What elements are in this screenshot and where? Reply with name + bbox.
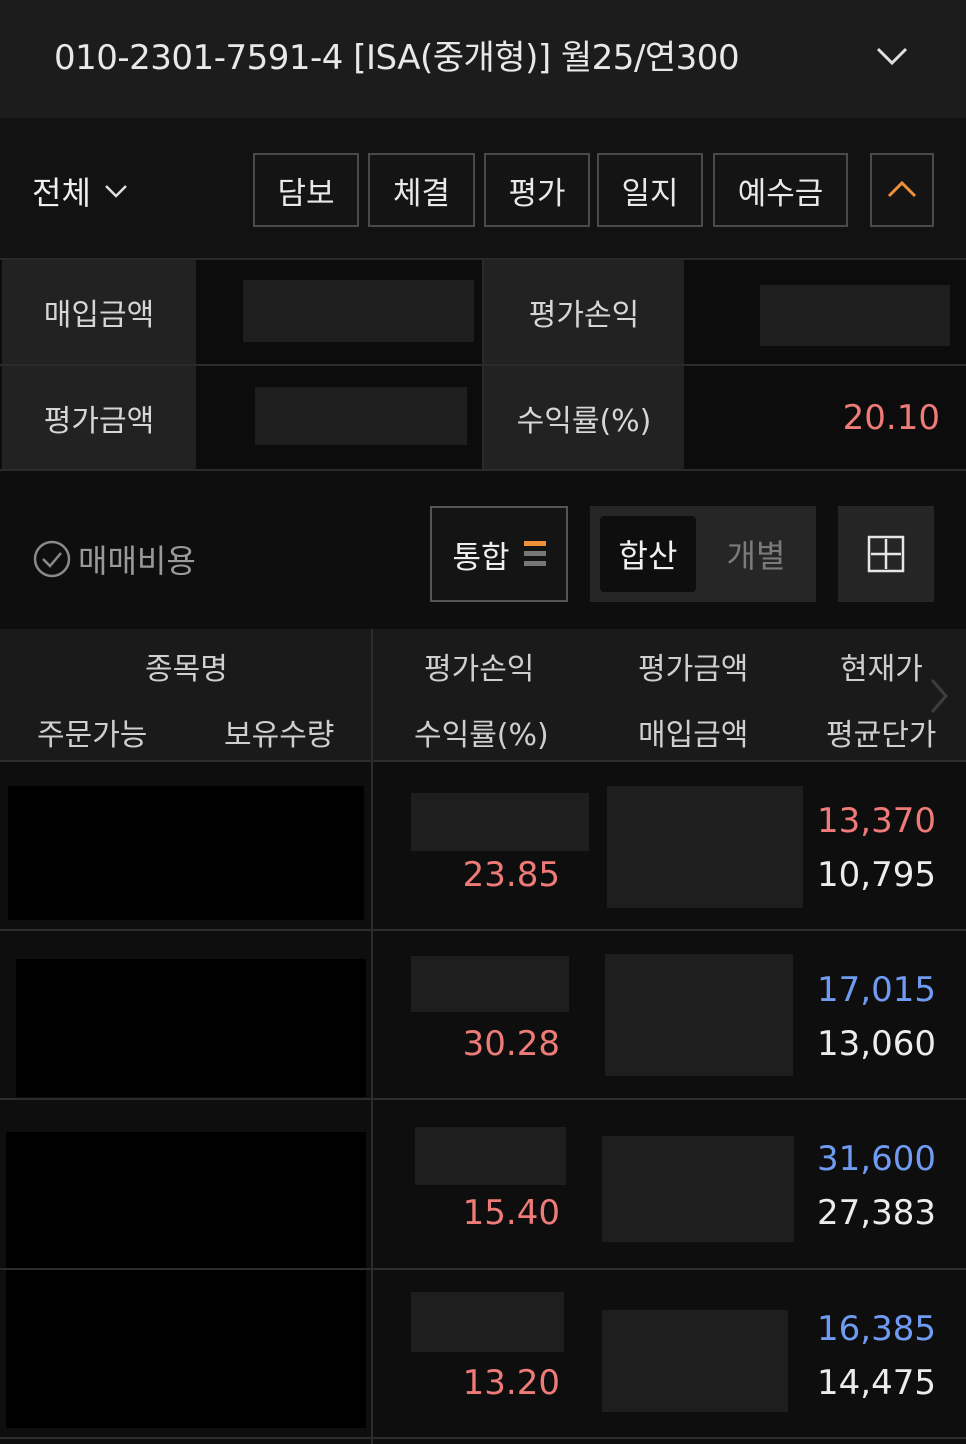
evaluation-button[interactable]: 평가 bbox=[484, 153, 590, 227]
header-purchase-amount: 매입금액 bbox=[638, 718, 749, 753]
eval-amount-value-hidden bbox=[255, 387, 467, 445]
return-rate-label: 수익률(%) bbox=[484, 366, 684, 469]
eval-pl-hidden bbox=[411, 956, 569, 1012]
return-rate-value: 20.10 bbox=[842, 398, 940, 438]
chevron-down-icon bbox=[105, 185, 127, 198]
chevron-down-icon[interactable] bbox=[872, 36, 912, 76]
header-name: 종목명 bbox=[145, 652, 228, 687]
journal-button[interactable]: 일지 bbox=[597, 153, 703, 227]
eval-amount-label: 평가금액 bbox=[2, 366, 196, 469]
eval-pl-value-hidden bbox=[760, 285, 950, 346]
stock-name-hidden bbox=[6, 1132, 366, 1428]
header-holding-qty: 보유수량 bbox=[224, 718, 335, 753]
row-return-rate: 15.40 bbox=[462, 1193, 560, 1233]
collateral-button[interactable]: 담보 bbox=[253, 153, 359, 227]
row-avg-price: 27,383 bbox=[817, 1193, 936, 1233]
plus-square-icon bbox=[867, 535, 905, 573]
check-circle-icon bbox=[33, 540, 71, 578]
purchase-amount-value-hidden bbox=[243, 280, 474, 342]
eval-pl-hidden bbox=[411, 793, 589, 851]
header-orderable: 주문가능 bbox=[37, 718, 148, 753]
row-separator bbox=[0, 1268, 966, 1270]
stock-name-hidden bbox=[8, 786, 364, 920]
row-avg-price: 10,795 bbox=[817, 855, 936, 895]
filter-label: 전체 bbox=[32, 174, 91, 212]
row-avg-price: 14,475 bbox=[817, 1363, 936, 1403]
row-current-price: 16,385 bbox=[817, 1309, 936, 1349]
header-eval-pl: 평가손익 bbox=[424, 652, 535, 687]
row-current-price: 13,370 bbox=[817, 801, 936, 841]
individual-mode-tab[interactable]: 개별 bbox=[706, 516, 806, 592]
eval-pl-label: 평가손익 bbox=[484, 260, 684, 364]
merge-button[interactable]: 통합 bbox=[430, 506, 568, 602]
eval-pl-hidden bbox=[411, 1292, 564, 1352]
menu-lines-icon bbox=[523, 541, 546, 566]
row-avg-price: 13,060 bbox=[817, 1024, 936, 1064]
purchase-amount-label: 매입금액 bbox=[2, 260, 196, 364]
account-selector-label[interactable]: 010-2301-7591-4 [ISA(중개형)] 월25/연300 bbox=[54, 30, 740, 79]
row-separator bbox=[0, 1437, 966, 1439]
eval-pl-hidden bbox=[415, 1127, 566, 1185]
row-separator bbox=[0, 929, 966, 931]
expand-button[interactable] bbox=[838, 506, 934, 602]
row-separator bbox=[0, 1098, 966, 1100]
row-return-rate: 30.28 bbox=[462, 1024, 560, 1064]
collapse-button[interactable] bbox=[870, 153, 934, 227]
header-return-rate: 수익률(%) bbox=[414, 718, 549, 753]
row-current-price: 31,600 bbox=[817, 1139, 936, 1179]
deposit-button[interactable]: 예수금 bbox=[713, 153, 848, 227]
execution-button[interactable]: 체결 bbox=[368, 153, 475, 227]
chevron-right-icon[interactable] bbox=[926, 676, 952, 720]
trade-cost-label: 매매비용 bbox=[78, 542, 196, 580]
row-current-price: 17,015 bbox=[817, 970, 936, 1010]
header-eval-amount: 평가금액 bbox=[638, 652, 749, 687]
header-avg-price: 평균단가 bbox=[826, 718, 937, 753]
trade-cost-checkbox[interactable]: 매매비용 bbox=[32, 536, 196, 582]
header-current-price: 현재가 bbox=[840, 652, 923, 687]
sum-mode-tab[interactable]: 합산 bbox=[600, 516, 696, 592]
merge-label: 통합 bbox=[452, 539, 510, 576]
row-return-rate: 23.85 bbox=[462, 855, 560, 895]
chevron-up-icon bbox=[887, 180, 917, 198]
row-return-rate: 13.20 bbox=[462, 1363, 560, 1403]
stock-name-hidden bbox=[16, 959, 366, 1097]
filter-dropdown[interactable]: 전체 bbox=[32, 168, 129, 214]
